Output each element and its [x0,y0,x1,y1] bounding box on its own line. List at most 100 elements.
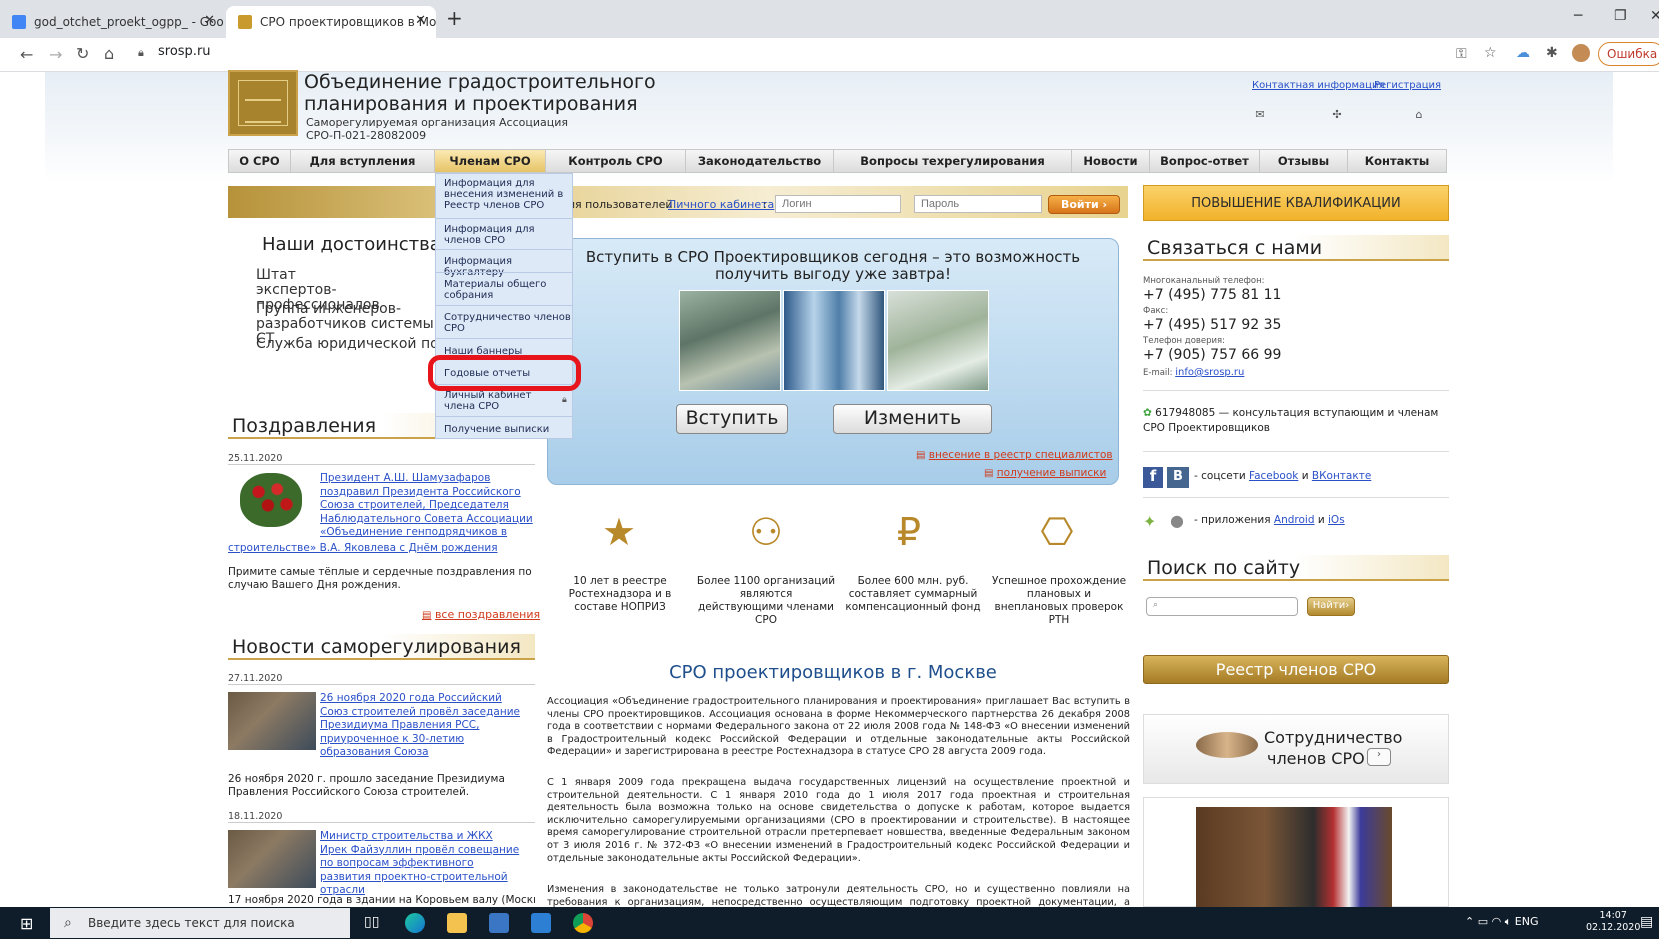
congrats-link[interactable]: Президент А.Ш. Шамузафаров поздравил Пре… [320,472,535,540]
dropdown-item-cooperation[interactable]: Сотрудничество членов СРО [444,312,572,334]
menu-item-tech-regulation[interactable]: Вопросы техрегулирования [834,150,1072,172]
meeting-photo[interactable] [1143,797,1449,907]
home-icon[interactable]: ⌂ [104,44,114,63]
file-explorer-icon[interactable] [447,913,467,933]
vkontakte-icon[interactable]: B [1167,467,1189,488]
promo-title: Вступить в СРО Проектировщиков сегодня –… [585,248,1081,283]
minimize-icon[interactable]: ─ [1574,8,1582,24]
browser-tab-1[interactable]: god_otchet_proekt_ogpp_ - Goo ✕ [0,6,225,38]
all-congrats-link[interactable]: ▤ все поздравления [422,608,540,621]
city-photo-2[interactable] [783,290,885,391]
login-input[interactable] [775,195,901,213]
menu-item-legislation[interactable]: Законодательство [686,150,834,172]
password-input[interactable] [914,195,1042,213]
email-link[interactable]: info@srosp.ru [1175,367,1244,378]
dropdown-item-accountant-info[interactable]: Информация бухгалтеру [444,256,572,278]
news-text: 26 ноября 2020 г. прошло заседание Прези… [228,773,505,798]
contact-info-link[interactable]: Контактная информация [1252,80,1384,91]
facebook-icon[interactable]: f [1143,467,1163,488]
menu-item-members[interactable]: Членам СРО [435,150,546,172]
clock[interactable]: 14:07 02.12.2020 [1586,910,1640,934]
forward-icon[interactable]: → [49,45,62,64]
store-icon[interactable] [489,913,509,933]
dropdown-separator [436,272,572,273]
extensions-icon[interactable]: ✱ [1546,45,1558,61]
change-button[interactable]: Изменить [833,404,992,434]
site-favicon-icon [238,15,252,29]
arrow-right-icon[interactable]: › [1367,748,1391,766]
lock-icon[interactable]: 🔒︎ [138,46,144,60]
congrats-link-continued[interactable]: строительстве» В.А. Яковлева с Днём рожд… [228,542,498,556]
browser-tab-2[interactable]: СРО проектировщиков в Моско✕ [226,6,436,38]
error-button[interactable]: Ошибка [1598,42,1659,66]
money-bag-icon: ₽ [896,510,922,554]
advantages-title: Наши достоинства [262,234,441,255]
back-icon[interactable]: ← [20,45,33,64]
task-view-icon[interactable]: ▯▯ [364,914,379,930]
news-thumbnail[interactable] [228,692,316,750]
menu-item-control[interactable]: Контроль СРО [546,150,686,172]
menu-item-about[interactable]: О СРО [229,150,291,172]
edge-icon[interactable] [405,913,425,933]
home-icon[interactable]: ⌂ [1412,108,1426,121]
facebook-link[interactable]: Facebook [1249,470,1298,482]
specialists-registry-link[interactable]: ▤ внесение в реестр специалистов [916,449,1113,461]
taskbar-search-input[interactable]: ⌕ Введите здесь текст для поиска [50,908,350,938]
star-icon[interactable]: ☆ [1484,45,1497,61]
notifications-icon[interactable]: ▤ [1640,914,1653,930]
stat-organizations: Более 1100 организаций являются действую… [696,575,836,626]
people-icon: ⚇ [748,510,784,554]
search-button[interactable]: Найти› [1307,597,1355,616]
roses-image[interactable] [240,473,302,527]
menu-item-contacts[interactable]: Контакты [1348,150,1446,172]
android-link[interactable]: Android [1274,514,1315,526]
dropdown-item-members-info[interactable]: Информация для членов СРО [444,224,572,246]
menu-item-faq[interactable]: Вопрос-ответ [1150,150,1260,172]
windows-start-icon[interactable]: ⊞ [20,914,33,933]
search-input[interactable]: ⌕ [1146,597,1298,616]
news-thumbnail[interactable] [228,830,316,888]
close-icon[interactable]: ✕ [415,13,426,28]
logo[interactable] [228,70,298,136]
sitemap-icon[interactable]: ✣ [1330,108,1344,121]
chrome-icon[interactable] [573,913,593,933]
menu-item-join[interactable]: Для вступления [291,150,435,172]
city-photo-1[interactable] [679,290,781,391]
city-photo-3[interactable] [887,290,989,391]
reload-icon[interactable]: ↻ [76,44,89,63]
dropdown-item-meeting-materials[interactable]: Материалы общего собрания [444,279,572,301]
weather-extension-icon[interactable]: ☁ [1516,45,1530,61]
personal-cabinet-link[interactable]: Личного кабинета [668,198,774,211]
vkontakte-link[interactable]: ВКонтакте [1312,470,1371,482]
system-tray[interactable]: ⌃ ▭ ◠ 🔈︎ ENG [1465,915,1539,929]
restore-icon[interactable]: ❐ [1614,8,1627,24]
qualification-button[interactable]: ПОВЫШЕНИЕ КВАЛИФИКАЦИИ [1143,185,1449,221]
url-field[interactable]: srosp.ru [158,44,211,59]
mail-icon[interactable] [531,913,551,933]
avatar[interactable] [1572,44,1590,62]
extract-link[interactable]: ▤ получение выписки [984,467,1106,479]
menu-item-news[interactable]: Новости [1072,150,1150,172]
key-icon[interactable]: ⚿ [1456,46,1467,62]
members-registry-button[interactable]: Реестр членов СРО [1143,655,1449,684]
menu-item-reviews[interactable]: Отзывы [1260,150,1348,172]
certificate-icon: ⎔ [1040,510,1074,554]
close-icon[interactable]: ✕ [204,13,215,28]
apple-icon[interactable]: ● [1170,511,1184,530]
dropdown-item-personal-cabinet[interactable]: Личный кабинет члена СРО [444,390,554,412]
login-button[interactable]: Войти › [1048,195,1120,214]
android-icon[interactable]: ✦ [1143,512,1156,531]
search-icon: ⌕ [1153,600,1159,610]
news-link[interactable]: 26 ноября 2020 года Российский Союз стро… [320,692,530,760]
registration-link[interactable]: Регистрация [1374,80,1441,91]
window-close-icon[interactable]: ✕ [1650,8,1659,24]
mail-icon[interactable]: ✉ [1253,108,1267,121]
news-link[interactable]: Министр строительства и ЖКХ Ирек Файзулл… [320,830,520,898]
login-label: ля пользователей [568,198,673,211]
join-button[interactable]: Вступить [676,404,788,434]
new-tab-icon[interactable]: + [446,6,463,30]
dropdown-item-extract[interactable]: Получение выписки [444,424,572,435]
ios-link[interactable]: iOs [1328,514,1345,526]
congrats-text: Примите самые тёплые и сердечные поздрав… [228,566,532,591]
dropdown-item-registry-changes[interactable]: Информация для внесения изменений в Реес… [444,178,572,211]
